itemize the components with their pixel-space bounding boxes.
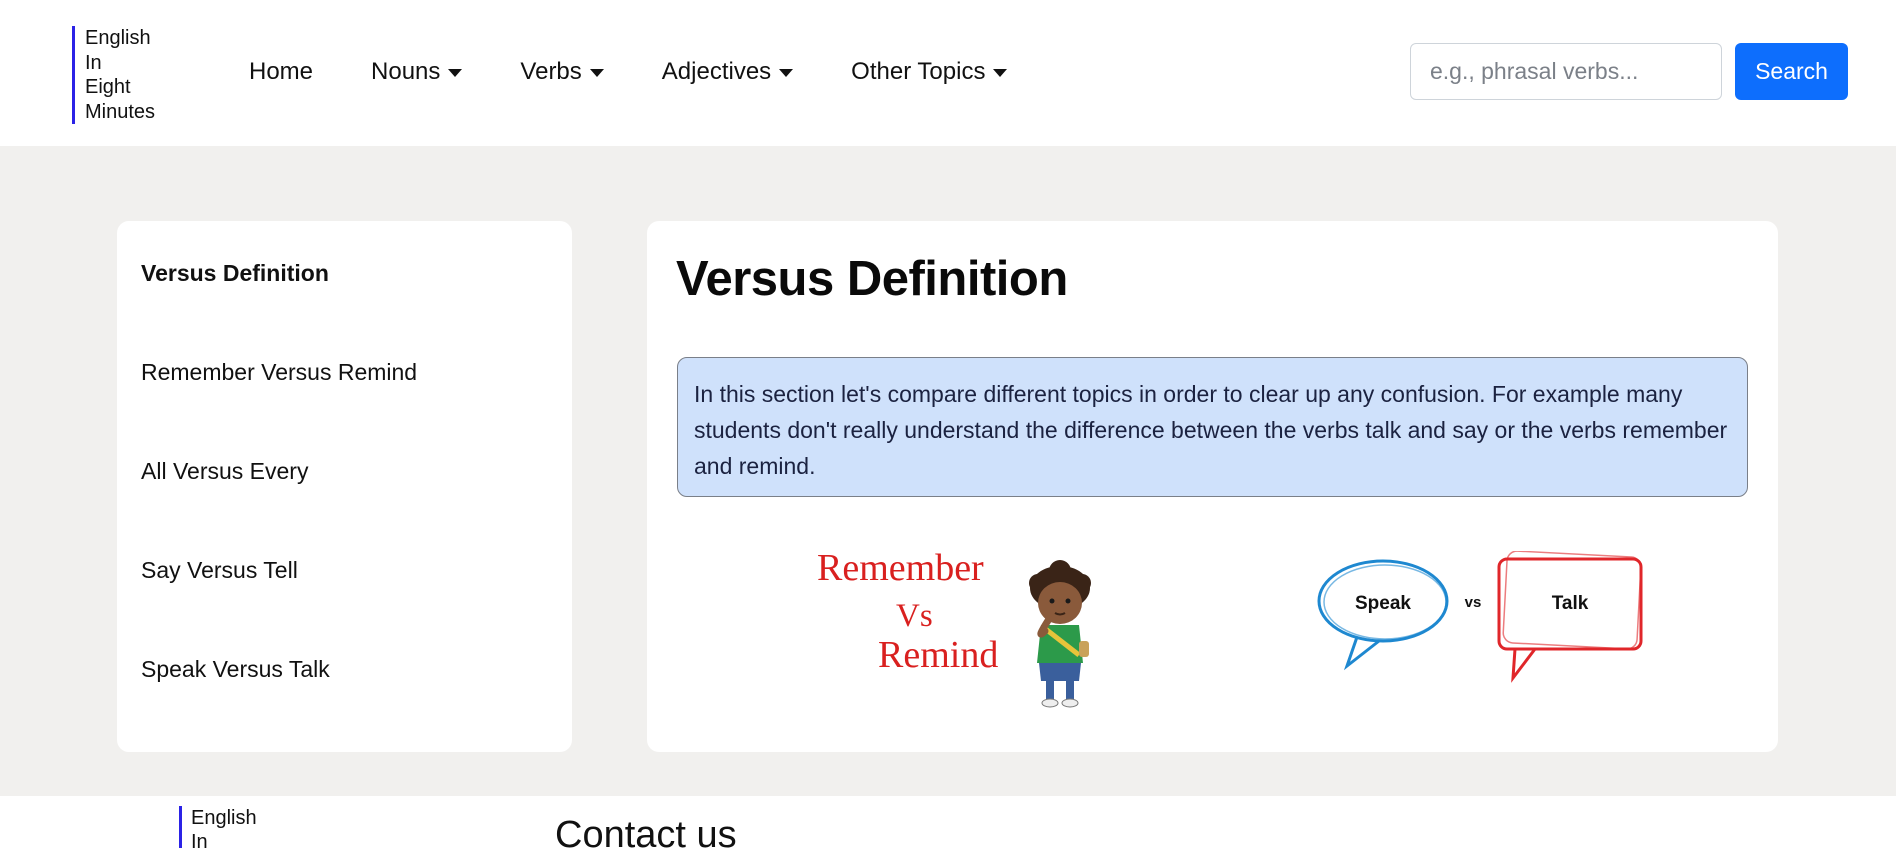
speak-word: Speak [1355, 593, 1411, 614]
brand-line: English [191, 807, 257, 829]
brand-line: In [191, 831, 208, 848]
sidebar-item-all-versus-every[interactable]: All Versus Every [141, 458, 308, 485]
nav-verbs-label: Verbs [520, 58, 582, 85]
remember-vs-remind-illustration[interactable]: Remember Vs Remind [817, 543, 1117, 708]
remember-word: Remember [817, 547, 984, 589]
speech-bubble-icon [1497, 551, 1643, 683]
search-button[interactable]: Search [1735, 43, 1848, 100]
nav-other-topics-label: Other Topics [851, 58, 986, 85]
remind-word: Remind [878, 634, 998, 676]
thinking-boy-icon [1029, 560, 1091, 708]
sidebar-item-versus-definition[interactable]: Versus Definition [141, 260, 329, 287]
footer-brand-logo[interactable]: English In [179, 806, 257, 848]
brand-line: In [85, 51, 102, 74]
navbar: English In Eight Minutes Home Nouns Verb… [0, 0, 1896, 146]
footer: English In Contact us [0, 796, 1896, 848]
caret-down-icon [448, 69, 463, 77]
brand-line: Eight [85, 76, 131, 98]
search-input[interactable] [1410, 43, 1722, 100]
brand-line: English [85, 27, 151, 49]
nav-home-label: Home [249, 58, 314, 85]
nav-nouns-label: Nouns [371, 58, 441, 85]
talk-word: Talk [1552, 593, 1589, 614]
intro-alert: In this section let's compare different … [677, 357, 1748, 497]
brand-logo[interactable]: English In Eight Minutes [72, 26, 155, 124]
nav-adjectives-label: Adjectives [661, 58, 772, 85]
nav-other-topics-dropdown[interactable]: Other Topics [851, 58, 1008, 86]
nav-home-link[interactable]: Home [249, 58, 313, 86]
main-nav: Home Nouns Verbs Adjectives Other Topics [249, 56, 1065, 88]
caret-down-icon [779, 69, 794, 77]
page-title: Versus Definition [676, 252, 1068, 306]
caret-down-icon [589, 69, 604, 77]
sidebar: Versus Definition Remember Versus Remind… [117, 221, 572, 752]
vs-word: Vs [896, 598, 933, 634]
speak-vs-talk-illustration[interactable]: Speak vs Talk [1317, 551, 1647, 686]
nav-verbs-dropdown[interactable]: Verbs [520, 58, 604, 86]
nav-nouns-dropdown[interactable]: Nouns [371, 58, 463, 86]
caret-down-icon [993, 69, 1008, 77]
sidebar-item-speak-versus-talk[interactable]: Speak Versus Talk [141, 656, 330, 683]
vs-word: vs [1465, 594, 1482, 611]
contact-us-heading: Contact us [555, 814, 737, 848]
nav-adjectives-dropdown[interactable]: Adjectives [661, 58, 794, 86]
brand-line: Minutes [85, 100, 156, 123]
main-card: Versus Definition In this section let's … [647, 221, 1778, 752]
sidebar-item-say-versus-tell[interactable]: Say Versus Tell [141, 557, 298, 584]
sidebar-item-remember-versus-remind[interactable]: Remember Versus Remind [141, 359, 417, 386]
